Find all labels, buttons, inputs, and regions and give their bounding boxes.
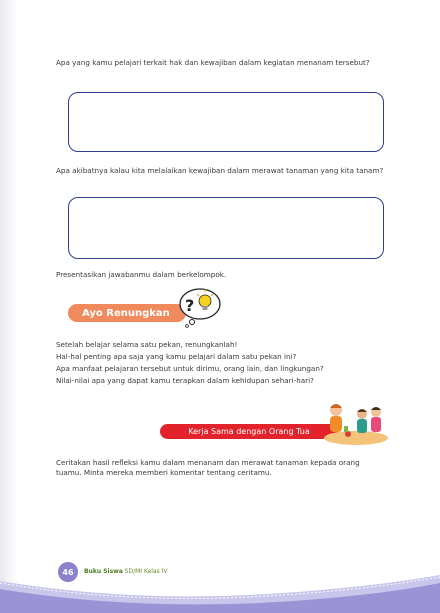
- kerja-sama-text: Ceritakan hasil refleksi kamu dalam mena…: [56, 458, 360, 477]
- answer-box-2[interactable]: [68, 197, 384, 259]
- kerja-sama-title: Kerja Sama dengan Orang Tua: [188, 427, 310, 436]
- kerja-sama-banner: Kerja Sama dengan Orang Tua: [160, 424, 338, 439]
- reflect-line-4: Nilai-nilai apa yang dapat kamu terapkan…: [56, 376, 314, 385]
- ayo-renungkan-banner: Ayo Renungkan: [68, 304, 186, 322]
- question-1: Apa yang kamu pelajari terkait hak dan k…: [56, 58, 370, 67]
- family-illustration: [324, 404, 388, 445]
- answer-box-1[interactable]: [68, 92, 384, 152]
- presentation-instruction: Presentasikan jawabanmu dalam berkelompo…: [56, 270, 227, 279]
- question-2: Apa akibatnya kalau kita melalaikan kewa…: [56, 166, 384, 175]
- reflect-line-1: Setelah belajar selama satu pekan, renun…: [56, 340, 238, 349]
- reflect-line-3: Apa manfaat pelajaran tersebut untuk dir…: [56, 364, 324, 373]
- book-title-rest: SD/MI Kelas IV: [122, 568, 168, 575]
- ayo-renungkan-title: Ayo Renungkan: [82, 307, 170, 319]
- page-edge-shadow: [0, 0, 18, 613]
- svg-text:?: ?: [185, 296, 194, 315]
- book-title: Buku Siswa SD/MI Kelas IV: [84, 568, 168, 575]
- question-lightbulb-icon: ?: [179, 288, 221, 328]
- reflect-line-2: Hal-hal penting apa saja yang kamu pelaj…: [56, 352, 297, 361]
- book-title-bold: Buku Siswa: [84, 568, 123, 575]
- page-number: 46: [58, 562, 78, 582]
